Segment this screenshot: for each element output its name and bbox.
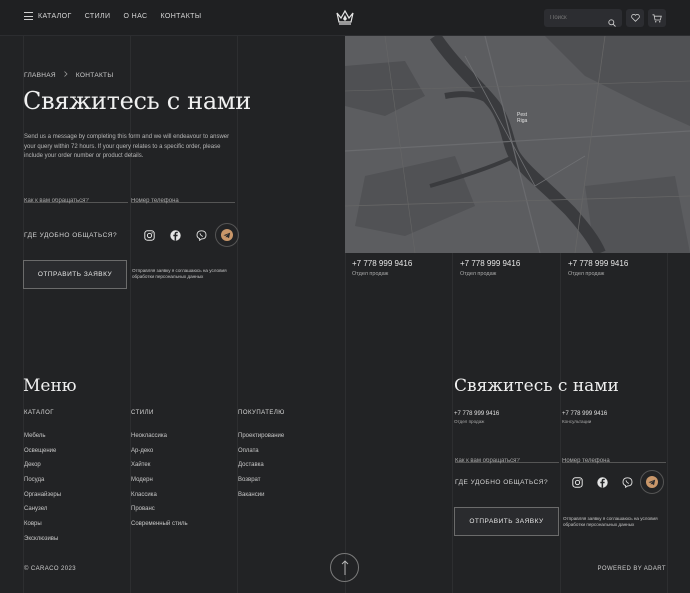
footer-link[interactable]: Посуда [24,477,61,492]
name-input[interactable] [24,195,128,207]
instagram-icon[interactable] [565,470,589,494]
contacts-strip: +7 778 999 9416 Отдел продаж +7 778 999 … [345,253,690,283]
copyright: © CARACO 2023 [24,566,76,572]
chevron-right-icon [64,71,68,79]
nav-contacts[interactable]: КОНТАКТЫ [160,13,201,20]
phone-field [131,189,235,207]
contact-phone[interactable]: +7 778 999 9416 [460,259,520,268]
search-input[interactable] [550,12,602,24]
contact-label: Отдел продаж [568,271,605,277]
footer-styles-list: Неоклассика Ар-деко Хайтек Модерн Класси… [131,433,188,536]
footer-messenger-label: ГДЕ УДОБНО ОБЩАТЬСЯ? [455,479,549,486]
footer-contact-phone[interactable]: +7 778 999 9416 [454,411,499,417]
search-box [544,9,622,27]
instagram-icon[interactable] [137,223,161,247]
powered-by[interactable]: POWERED BY ADART [597,566,666,572]
cart-icon [652,13,662,22]
footer-messenger-options [565,470,664,494]
footer-link[interactable]: Модерн [131,477,188,492]
telegram-badge [646,476,658,488]
footer-link[interactable]: Возврат [238,477,284,492]
submit-button[interactable]: ОТПРАВИТЬ ЗАЯВКУ [23,260,127,289]
footer-submit-button[interactable]: ОТПРАВИТЬ ЗАЯВКУ [454,507,559,536]
search-icon[interactable] [608,14,616,32]
footer-link[interactable]: Доставка [238,462,284,477]
main-nav: КАТАЛОГ СТИЛИ О НАС КОНТАКТЫ [24,12,201,20]
location-map[interactable]: Pest Riga [345,36,690,253]
footer-link[interactable]: Вакансии [238,492,284,507]
scroll-to-top-button[interactable] [330,553,359,582]
footer-link[interactable]: Ар-деко [131,448,188,463]
viber-icon[interactable] [189,223,213,247]
footer-link[interactable]: Мебель [24,433,61,448]
footer-contact-label: Отдел продаж [454,419,485,424]
telegram-badge [221,229,233,241]
favorites-button[interactable] [626,9,644,27]
telegram-icon[interactable] [215,223,239,247]
viber-icon[interactable] [615,470,639,494]
contact-item: +7 778 999 9416 Отдел продаж [352,259,412,277]
footer-link[interactable]: Ковры [24,521,61,536]
footer-buyer-list: Проектирование Оплата Доставка Возврат В… [238,433,284,506]
breadcrumb-home[interactable]: ГЛАВНАЯ [24,72,56,79]
footer-phone-input[interactable] [562,455,666,467]
footer-phone-field [562,449,666,467]
footer-link[interactable]: Оплата [238,448,284,463]
contact-phone[interactable]: +7 778 999 9416 [352,259,412,268]
phone-input[interactable] [131,195,235,207]
nav-catalog[interactable]: КАТАЛОГ [24,12,72,20]
cart-button[interactable] [648,9,666,27]
map-city-label: Riga [517,118,528,124]
contact-item: +7 778 999 9416 Отдел продаж [460,259,520,277]
footer-link[interactable]: Прованс [131,506,188,521]
footer-column-title: СТИЛИ [131,410,154,416]
footer-name-input[interactable] [455,455,559,467]
footer-catalog-list: Мебель Освещение Декор Посуда Органайзер… [24,433,61,551]
footer-menu-title: Меню [23,376,77,396]
contact-label: Отдел продаж [352,271,389,277]
breadcrumb: ГЛАВНАЯ КОНТАКТЫ [24,71,113,79]
footer-contact-title: Свяжитесь с нами [454,376,619,396]
footer-consent-text: Отправляя заявку я соглашаюсь на условия… [563,516,658,527]
footer-link[interactable]: Классика [131,492,188,507]
site-header: КАТАЛОГ СТИЛИ О НАС КОНТАКТЫ [0,0,690,36]
telegram-icon[interactable] [640,470,664,494]
facebook-icon[interactable] [163,223,187,247]
footer-contact-label: Консультации [562,419,592,424]
heart-icon [630,14,640,22]
footer-link[interactable]: Современный стиль [131,521,188,536]
nav-styles[interactable]: СТИЛИ [85,13,111,20]
messenger-label: ГДЕ УДОБНО ОБЩАТЬСЯ? [24,232,118,239]
footer-contact-phone[interactable]: +7 778 999 9416 [562,411,607,417]
consent-text: Отправляя заявку я соглашаюсь на условия… [132,268,227,279]
contact-phone[interactable]: +7 778 999 9416 [568,259,628,268]
messenger-options [137,223,239,247]
footer-column-title: ПОКУПАТЕЛЮ [238,410,285,416]
crown-logo[interactable] [335,9,355,27]
nav-catalog-label: КАТАЛОГ [38,12,72,20]
footer-link[interactable]: Проектирование [238,433,284,448]
footer-column-title: КАТАЛОГ [24,410,54,416]
page-description: Send us a message by completing this for… [24,134,230,159]
footer-link[interactable]: Хайтек [131,462,188,477]
breadcrumb-current: КОНТАКТЫ [75,71,114,79]
footer-link[interactable]: Декор [24,462,61,477]
facebook-icon[interactable] [590,470,614,494]
footer-link[interactable]: Органайзеры [24,492,61,507]
menu-icon [24,12,33,20]
arrow-up-icon [341,559,348,575]
footer-link[interactable]: Неоклассика [131,433,188,448]
footer-link[interactable]: Освещение [24,448,61,463]
contact-label: Отдел продаж [460,271,497,277]
contact-item: +7 778 999 9416 Отдел продаж [568,259,628,277]
footer-link[interactable]: Эксклюзивы [24,536,61,551]
nav-about[interactable]: О НАС [123,13,147,20]
footer-contact-item: +7 778 999 9416 Отдел продаж [454,411,499,424]
name-field [24,189,128,207]
footer-link[interactable]: Санузел [24,506,61,521]
footer-name-field [455,449,559,467]
page-title: Свяжитесь с нами [23,87,251,115]
footer-contact-item: +7 778 999 9416 Консультации [562,411,607,424]
